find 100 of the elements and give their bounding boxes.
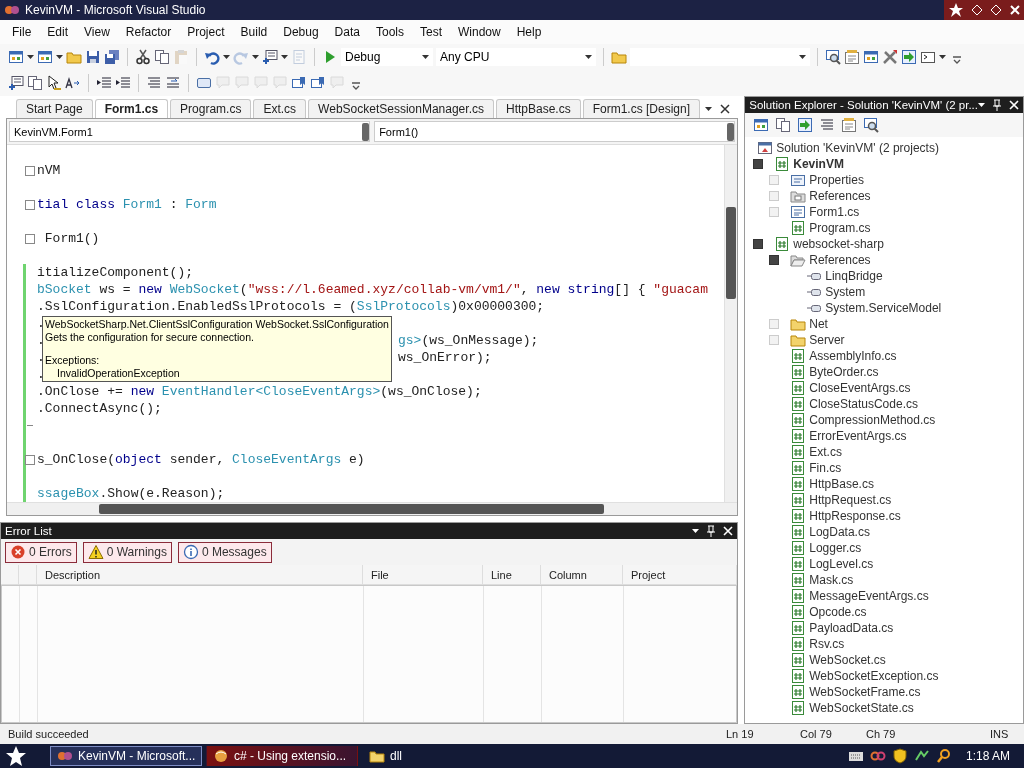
- window-icon[interactable]: [753, 117, 770, 133]
- window-icon[interactable]: [863, 49, 879, 65]
- diamond-icon[interactable]: [970, 4, 983, 16]
- list-icon[interactable]: [8, 75, 24, 91]
- menu-item[interactable]: File: [4, 25, 40, 39]
- menu-item[interactable]: Debug: [275, 25, 327, 39]
- tree-item[interactable]: Mask.cs: [809, 573, 854, 587]
- caret-icon[interactable]: [56, 55, 63, 59]
- column-header[interactable]: File: [363, 565, 483, 585]
- close-icon[interactable]: [720, 104, 731, 114]
- tree-item[interactable]: Properties: [809, 173, 864, 187]
- tree-item[interactable]: MessageEventArgs.cs: [809, 589, 929, 603]
- configuration-dropdown[interactable]: Debug: [341, 48, 433, 66]
- arrow-icon[interactable]: [797, 117, 814, 133]
- collapse-box[interactable]: [25, 234, 35, 244]
- tree-item[interactable]: System.ServiceModel: [825, 301, 942, 315]
- menu-item[interactable]: Window: [450, 25, 509, 39]
- list-icon[interactable]: [262, 49, 278, 65]
- column-header[interactable]: Column: [541, 565, 623, 585]
- document-tab[interactable]: Form1.cs: [94, 99, 169, 118]
- menu-item[interactable]: Help: [508, 25, 550, 39]
- tree-item[interactable]: System: [825, 285, 866, 299]
- copy-icon[interactable]: [775, 117, 792, 133]
- search-icon[interactable]: [825, 49, 841, 65]
- font-icon[interactable]: [65, 75, 81, 91]
- pin-icon[interactable]: [706, 525, 717, 537]
- collapse-box[interactable]: [25, 200, 35, 210]
- collapse-box[interactable]: [25, 166, 35, 176]
- tree-item[interactable]: WebSocketException.cs: [809, 669, 939, 683]
- taskbar-button[interactable]: dll: [362, 746, 514, 766]
- save-all-icon[interactable]: [104, 49, 120, 65]
- outdent-icon[interactable]: [96, 75, 112, 91]
- lines-icon[interactable]: [819, 117, 836, 133]
- console-icon[interactable]: [920, 49, 936, 65]
- tree-item[interactable]: LogLevel.cs: [809, 557, 874, 571]
- caret-icon[interactable]: [978, 103, 985, 107]
- bookmark-icon[interactable]: [310, 75, 326, 91]
- properties-icon[interactable]: [844, 49, 860, 65]
- tree-item[interactable]: Net: [809, 317, 828, 331]
- pointer-icon[interactable]: [46, 75, 62, 91]
- filter-button[interactable]: 0 Errors: [5, 541, 77, 563]
- caret-icon[interactable]: [705, 107, 713, 111]
- shield-icon[interactable]: [891, 748, 908, 764]
- rectangle-icon[interactable]: [196, 75, 212, 91]
- menu-item[interactable]: Build: [232, 25, 276, 39]
- document-tab[interactable]: WebSocketSessionManager.cs: [308, 99, 494, 118]
- tree-item[interactable]: Fin.cs: [809, 461, 842, 475]
- caret-icon[interactable]: [939, 55, 946, 59]
- caret-icon[interactable]: [281, 55, 288, 59]
- caret-icon[interactable]: [252, 55, 259, 59]
- menu-item[interactable]: View: [76, 25, 118, 39]
- tree-item[interactable]: References: [809, 189, 871, 203]
- undo-icon[interactable]: [204, 49, 220, 65]
- window-icon[interactable]: [37, 49, 53, 65]
- star-icon[interactable]: [947, 2, 964, 18]
- document-tab[interactable]: Form1.cs [Design]: [582, 99, 701, 118]
- filter-button[interactable]: 0 Messages: [177, 541, 272, 563]
- caret-icon[interactable]: [692, 529, 700, 533]
- tree-item[interactable]: CloseEventArgs.cs: [809, 381, 911, 395]
- tree-item[interactable]: WebSocket.cs: [809, 653, 886, 667]
- caret-icon[interactable]: [223, 55, 230, 59]
- column-header[interactable]: Project: [623, 565, 738, 585]
- platform-dropdown[interactable]: Any CPU: [436, 48, 596, 66]
- tree-item[interactable]: WebSocketState.cs: [809, 701, 914, 715]
- tree-item[interactable]: HttpBase.cs: [809, 477, 874, 491]
- tree-item[interactable]: PayloadData.cs: [809, 621, 894, 635]
- arrow-icon[interactable]: [901, 49, 917, 65]
- indent-icon[interactable]: [115, 75, 131, 91]
- tree-item[interactable]: LogData.cs: [809, 525, 870, 539]
- tree-item[interactable]: Rsv.cs: [809, 637, 845, 651]
- document-tab[interactable]: Start Page: [16, 99, 93, 118]
- tree-item[interactable]: CompressionMethod.cs: [809, 413, 936, 427]
- menu-item[interactable]: Refactor: [117, 25, 180, 39]
- column-header[interactable]: Line: [483, 565, 541, 585]
- tree-item[interactable]: Form1.cs: [809, 205, 860, 219]
- tree-item[interactable]: HttpRequest.cs: [809, 493, 892, 507]
- tools-icon[interactable]: [882, 49, 898, 65]
- tree-item[interactable]: AssemblyInfo.cs: [809, 349, 897, 363]
- copy-icon[interactable]: [154, 49, 170, 65]
- search-icon[interactable]: [863, 117, 880, 133]
- diamond-icon[interactable]: [989, 4, 1002, 16]
- tree-item[interactable]: Ext.cs: [809, 445, 842, 459]
- tree-item[interactable]: websocket-sharp: [793, 237, 884, 251]
- tree-item[interactable]: References: [809, 253, 871, 267]
- bookmark-icon[interactable]: [291, 75, 307, 91]
- expander-box[interactable]: [769, 255, 780, 265]
- expander-box[interactable]: [753, 159, 764, 169]
- star-icon[interactable]: [4, 745, 28, 767]
- tree-item[interactable]: Program.cs: [809, 221, 871, 235]
- menu-item[interactable]: Tools: [367, 25, 412, 39]
- class-dropdown[interactable]: KevinVM.Form1: [9, 121, 371, 142]
- window-icon[interactable]: [8, 49, 24, 65]
- tree-item[interactable]: ByteOrder.cs: [809, 365, 879, 379]
- tree-item[interactable]: KevinVM: [793, 157, 844, 171]
- tree-item[interactable]: HttpResponse.cs: [809, 509, 901, 523]
- save-icon[interactable]: [85, 49, 101, 65]
- scrollbar-thumb[interactable]: [99, 504, 604, 514]
- search-icon[interactable]: [935, 748, 952, 764]
- tree-item[interactable]: Solution 'KevinVM' (2 projects): [776, 141, 939, 155]
- tree-item[interactable]: Server: [809, 333, 845, 347]
